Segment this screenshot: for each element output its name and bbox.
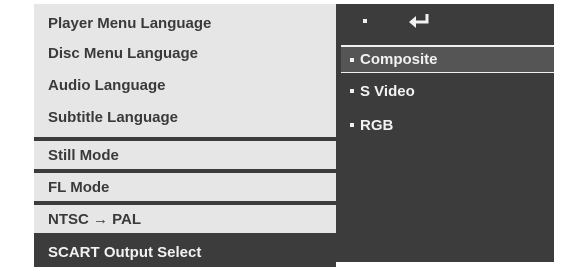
- return-arrow-icon[interactable]: [407, 12, 433, 30]
- bullet-icon: [350, 123, 354, 127]
- bullet-icon: [350, 89, 354, 93]
- scart-setup-menu: Player Menu Language Disc Menu Language …: [34, 4, 554, 267]
- menu-item-disc-menu-language[interactable]: Disc Menu Language: [34, 38, 336, 68]
- option-label: S Video: [360, 82, 415, 100]
- menu-item-label: NTSC → PAL: [48, 210, 142, 228]
- bullet-icon: [363, 19, 367, 23]
- menu-item-label: FL Mode: [48, 178, 110, 196]
- menu-item-label: Audio Language: [48, 76, 166, 94]
- menu-item-still-mode[interactable]: Still Mode: [34, 141, 336, 169]
- menu-item-player-menu-language[interactable]: Player Menu Language: [34, 8, 336, 38]
- menu-item-label: SCART Output Select: [48, 243, 202, 261]
- option-composite[interactable]: Composite: [341, 45, 554, 73]
- menu-item-subtitle-language[interactable]: Subtitle Language: [34, 102, 336, 132]
- option-label: Composite: [360, 51, 438, 68]
- menu-item-ntsc-pal[interactable]: NTSC → PAL: [34, 205, 336, 233]
- option-s-video[interactable]: S Video: [341, 77, 554, 105]
- menu-item-scart-output-select[interactable]: SCART Output Select: [34, 237, 336, 267]
- return-row[interactable]: [341, 4, 554, 38]
- scart-options-panel: Composite S Video RGB: [341, 4, 554, 262]
- menu-item-label: Subtitle Language: [48, 108, 179, 126]
- bullet-icon: [350, 57, 354, 62]
- option-rgb[interactable]: RGB: [341, 111, 554, 139]
- menu-item-label: Still Mode: [48, 146, 119, 164]
- menu-item-label: Player Menu Language: [48, 14, 212, 32]
- option-label: RGB: [360, 116, 394, 134]
- setup-menu-list: Player Menu Language Disc Menu Language …: [34, 4, 336, 267]
- menu-item-fl-mode[interactable]: FL Mode: [34, 173, 336, 201]
- menu-item-audio-language[interactable]: Audio Language: [34, 70, 336, 100]
- menu-item-label: Disc Menu Language: [48, 44, 199, 62]
